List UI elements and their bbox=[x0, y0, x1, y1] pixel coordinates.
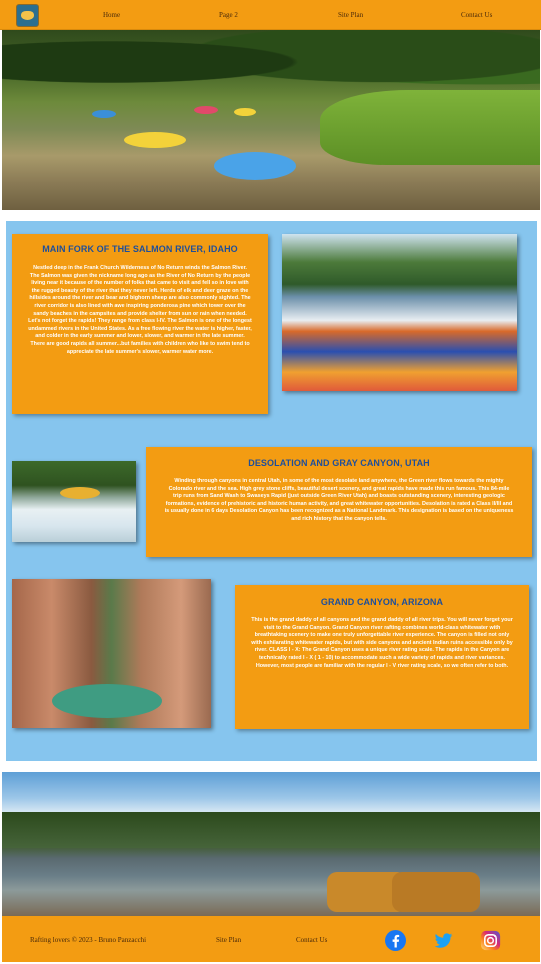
grand-canyon-photo bbox=[12, 579, 211, 728]
section-text: Winding through canyons in central Utah,… bbox=[164, 478, 514, 522]
raft-shape bbox=[194, 106, 218, 114]
nav-contact-link[interactable]: Contact Us bbox=[461, 11, 492, 19]
raft-shape bbox=[92, 110, 116, 118]
section-title: DESOLATION AND GRAY CANYON, UTAH bbox=[248, 458, 430, 468]
site-logo[interactable] bbox=[16, 4, 39, 27]
footer-site-plan-link[interactable]: Site Plan bbox=[216, 936, 241, 944]
twitter-icon[interactable] bbox=[433, 930, 454, 951]
salmon-river-photo bbox=[282, 234, 517, 391]
nav-page2-link[interactable]: Page 2 bbox=[219, 11, 238, 19]
raft-shape bbox=[234, 108, 256, 116]
river-panorama-image bbox=[2, 772, 540, 916]
grand-canyon-card: GRAND CANYON, ARIZONA This is the grand … bbox=[235, 585, 529, 729]
nav-home-link[interactable]: Home bbox=[103, 11, 120, 19]
raft-shape bbox=[392, 872, 480, 912]
raft-shape bbox=[124, 132, 186, 148]
section-title: MAIN FORK OF THE SALMON RIVER, IDAHO bbox=[42, 244, 238, 254]
desolation-canyon-card: DESOLATION AND GRAY CANYON, UTAH Winding… bbox=[146, 447, 532, 557]
navbar: Home Page 2 Site Plan Contact Us bbox=[0, 0, 541, 30]
section-text: Nestled deep in the Frank Church Wildern… bbox=[28, 265, 252, 355]
footer: Rafting lovers © 2023 - Bruno Panzacchi … bbox=[2, 916, 540, 962]
facebook-icon[interactable] bbox=[385, 930, 406, 951]
raft-shape bbox=[214, 152, 296, 180]
salmon-river-card: MAIN FORK OF THE SALMON RIVER, IDAHO Nes… bbox=[12, 234, 268, 414]
copyright-text: Rafting lovers © 2023 - Bruno Panzacchi bbox=[30, 936, 147, 944]
instagram-icon[interactable] bbox=[480, 930, 501, 951]
hero-rafting-image bbox=[2, 30, 540, 210]
footer-contact-link[interactable]: Contact Us bbox=[296, 936, 327, 944]
section-title: GRAND CANYON, ARIZONA bbox=[320, 597, 444, 607]
nav-site-plan-link[interactable]: Site Plan bbox=[338, 11, 363, 19]
desolation-canyon-photo bbox=[12, 461, 136, 542]
section-text: This is the grand daddy of all canyons a… bbox=[251, 617, 513, 669]
